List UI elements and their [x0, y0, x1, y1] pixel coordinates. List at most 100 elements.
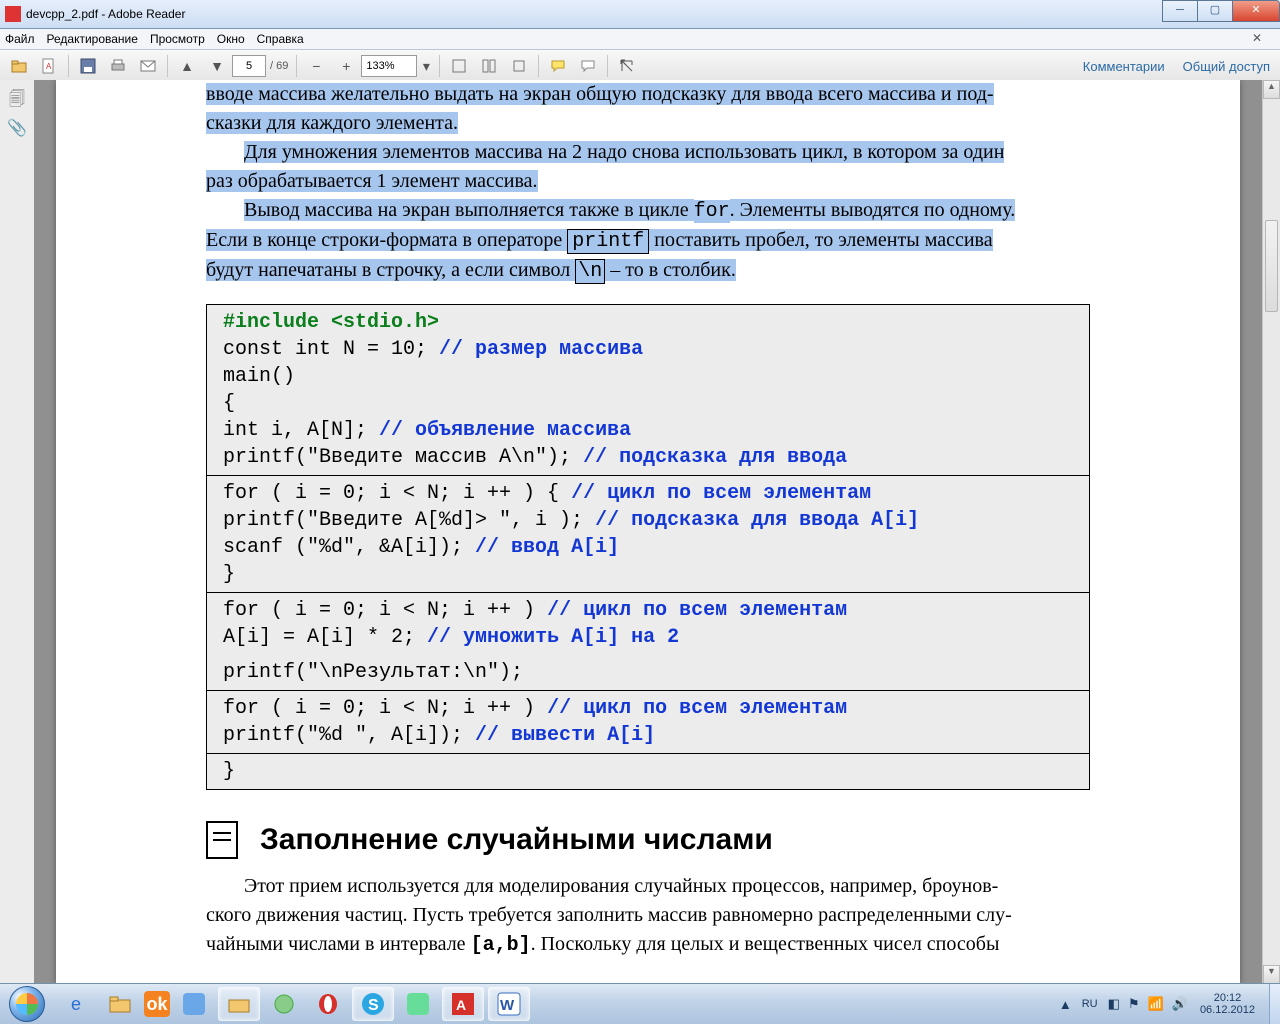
pdf-page[interactable]: вводе массива желательно выдать на экран…	[56, 80, 1240, 984]
code-comment: // цикл по всем элементам	[547, 599, 847, 622]
scroll-thumb[interactable]	[1265, 220, 1278, 312]
tray-network-icon[interactable]: 📶	[1148, 996, 1164, 1012]
taskbar-word-icon[interactable]: W	[488, 987, 530, 1021]
page-up-button[interactable]: ▲	[174, 53, 200, 79]
vertical-scrollbar[interactable]: ▲ ▼	[1262, 80, 1280, 984]
window-title: devcpp_2.pdf - Adobe Reader	[26, 7, 185, 21]
page-down-button[interactable]: ▼	[204, 53, 230, 79]
taskbar-app1-icon[interactable]	[174, 988, 214, 1020]
zoom-out-button[interactable]: −	[303, 53, 329, 79]
section-icon	[206, 821, 238, 859]
menu-view[interactable]: Просмотр	[150, 32, 205, 46]
read-mode-button[interactable]	[614, 53, 640, 79]
doc-text: – то в столбик.	[605, 259, 736, 281]
window-minimize-button[interactable]: ─	[1162, 0, 1198, 22]
window-titlebar: devcpp_2.pdf - Adobe Reader ─ ▢ ✕	[0, 0, 1280, 29]
doc-text: будут напечатаны в строчку, а если симво…	[206, 259, 575, 281]
comment-button[interactable]	[545, 53, 571, 79]
doc-code-for: for	[694, 200, 730, 223]
doc-text: . Поскольку для целых и вещественных чис…	[531, 933, 1000, 955]
create-pdf-button[interactable]: A	[36, 53, 62, 79]
windows-orb-icon	[9, 986, 45, 1022]
taskbar-folder-open-icon[interactable]	[218, 987, 260, 1021]
taskbar-opera-icon[interactable]	[308, 988, 348, 1020]
doc-text: . Элементы выводятся по одному.	[730, 199, 1016, 221]
code-line: {	[223, 392, 235, 415]
tray-app-icon[interactable]: ◧	[1108, 996, 1120, 1012]
doc-text: Если в конце строки-формата в операторе	[206, 229, 567, 251]
code-comment: // ввод A[i]	[475, 536, 619, 559]
section-heading: Заполнение случайными числами	[260, 818, 773, 862]
code-comment: // подсказка для ввода	[583, 446, 847, 469]
code-line: A[i] = A[i] * 2;	[223, 626, 427, 649]
taskbar-ok-icon[interactable]: ok	[144, 991, 170, 1017]
doc-code-interval: [a,b]	[471, 934, 531, 957]
print-button[interactable]	[105, 53, 131, 79]
system-tray: ▲ RU ◧ ⚑ 📶 🔊 20:12 06.12.2012	[1055, 992, 1269, 1016]
doc-text: поставить пробел, то элементы массива	[649, 229, 992, 251]
tray-volume-icon[interactable]: 🔊	[1172, 996, 1188, 1012]
show-desktop-button[interactable]	[1269, 984, 1280, 1024]
code-line: #include <stdio.h>	[223, 311, 439, 334]
taskbar-skype-icon[interactable]: S	[352, 987, 394, 1021]
zoom-in-button[interactable]: +	[333, 53, 359, 79]
toolbar: A ▲ ▼ / 69 − + ▾ Комментарии Общий досту…	[0, 50, 1280, 83]
code-block: #include <stdio.h> const int N = 10; // …	[206, 304, 1090, 790]
open-button[interactable]	[6, 53, 32, 79]
svg-text:W: W	[500, 997, 515, 1014]
taskbar-ie-icon[interactable]: e	[56, 988, 96, 1020]
code-line: scanf ("%d", &A[i]);	[223, 536, 475, 559]
taskbar-adobe-reader-icon[interactable]: A	[442, 987, 484, 1021]
taskbar-explorer-icon[interactable]	[100, 988, 140, 1020]
tray-date: 06.12.2012	[1200, 1004, 1255, 1016]
toolbar-separator	[296, 55, 297, 77]
menu-close-icon[interactable]: ✕	[1252, 31, 1262, 45]
tray-language[interactable]: RU	[1082, 998, 1098, 1010]
document-area: вводе массива желательно выдать на экран…	[34, 80, 1280, 984]
window-close-button[interactable]: ✕	[1232, 0, 1280, 22]
menu-edit[interactable]: Редактирование	[47, 32, 138, 46]
menu-help[interactable]: Справка	[257, 32, 304, 46]
code-comment: // подсказка для ввода A[i]	[595, 509, 919, 532]
tray-clock[interactable]: 20:12 06.12.2012	[1200, 992, 1255, 1016]
doc-text: вводе массива желательно выдать на экран…	[206, 83, 994, 105]
start-button[interactable]	[0, 984, 54, 1024]
code-line: int i, A[N];	[223, 419, 379, 442]
toolbar-separator	[607, 55, 608, 77]
menu-file[interactable]: Файл	[5, 32, 35, 46]
doc-text: чайными числами в интервале	[206, 933, 471, 955]
zoom-dropdown-icon[interactable]: ▾	[419, 53, 433, 79]
highlight-button[interactable]	[575, 53, 601, 79]
doc-text: ского движения частиц. Пусть требуется з…	[206, 904, 1012, 926]
doc-text: Для умножения элементов массива на 2 над…	[244, 141, 1004, 163]
svg-text:A: A	[456, 997, 466, 1013]
code-comment: // объявление массива	[379, 419, 631, 442]
side-panel: 🗐 📎	[0, 80, 35, 984]
tray-chevron-icon[interactable]: ▲	[1059, 997, 1072, 1012]
taskbar-app3-icon[interactable]	[398, 988, 438, 1020]
svg-text:A: A	[46, 62, 52, 71]
tray-flag-icon[interactable]: ⚑	[1128, 996, 1140, 1012]
zoom-input[interactable]	[361, 55, 417, 77]
link-share[interactable]: Общий доступ	[1183, 59, 1270, 74]
link-comments[interactable]: Комментарии	[1083, 59, 1165, 74]
scroll-up-button[interactable]: ▲	[1263, 80, 1280, 99]
thumbnails-icon[interactable]: 🗐	[7, 88, 27, 108]
window-maximize-button[interactable]: ▢	[1197, 0, 1233, 22]
save-button[interactable]	[75, 53, 101, 79]
scroll-down-button[interactable]: ▼	[1263, 965, 1280, 984]
email-button[interactable]	[135, 53, 161, 79]
tool-snapshot-button[interactable]	[506, 53, 532, 79]
code-comment: // цикл по всем элементам	[547, 697, 847, 720]
code-line: printf("\nРезультат:\n");	[223, 661, 523, 684]
taskbar-app2-icon[interactable]	[264, 988, 304, 1020]
menu-window[interactable]: Окно	[217, 32, 245, 46]
code-line: for ( i = 0; i < N; i ++ )	[223, 599, 547, 622]
tool-select-button[interactable]	[476, 53, 502, 79]
toolbar-separator	[68, 55, 69, 77]
page-number-input[interactable]	[232, 55, 266, 77]
attachments-icon[interactable]: 📎	[7, 118, 27, 138]
tool-hand-button[interactable]	[446, 53, 472, 79]
doc-text: сказки для каждого элемента.	[206, 112, 458, 134]
code-comment: // размер массива	[439, 338, 643, 361]
